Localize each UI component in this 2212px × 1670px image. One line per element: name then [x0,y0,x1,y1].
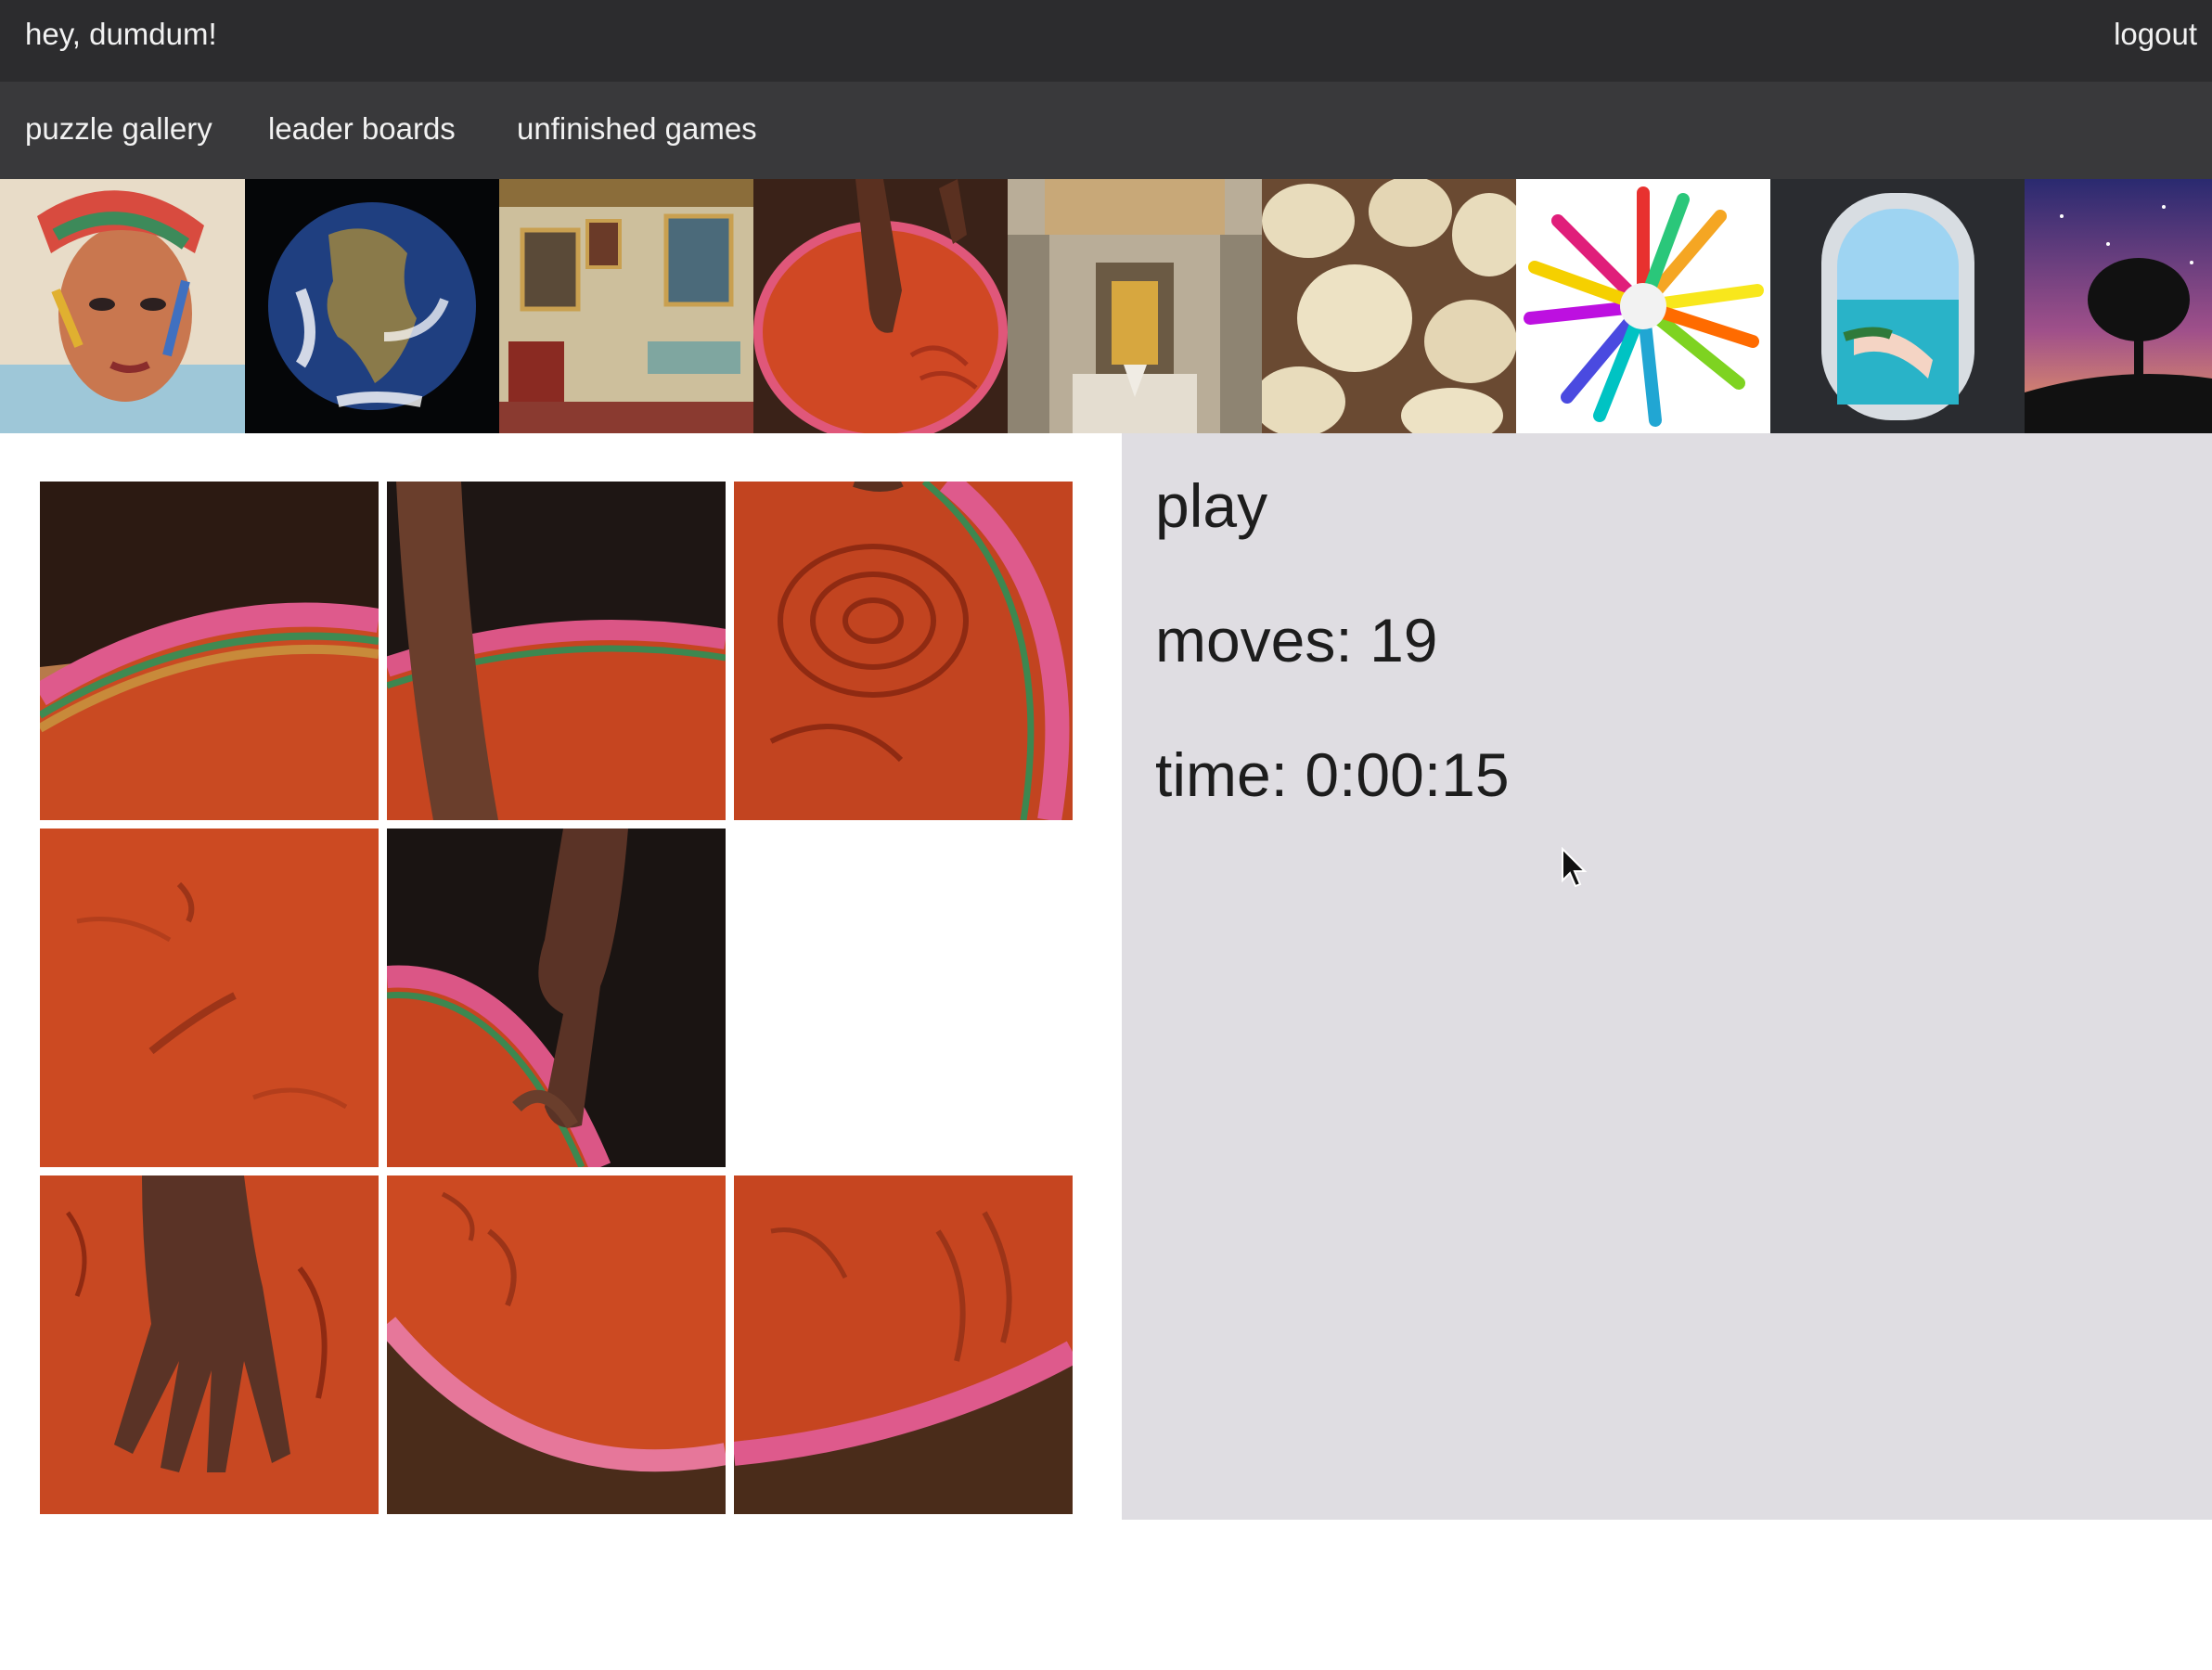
puzzle-gallery-strip [0,179,2212,433]
top-bar: hey, dumdum! logout [0,0,2212,82]
puzzle-tile[interactable] [387,482,726,820]
panel-title: play [1155,471,1268,540]
puzzle-tile[interactable] [734,1175,1073,1514]
thumbnail-dumplings[interactable] [1262,179,1516,433]
mouse-cursor-icon [1562,847,1588,888]
thumbnail-color-burst[interactable] [1516,179,1770,433]
puzzle-tile[interactable] [387,1175,726,1514]
moves-counter: moves: 19 [1155,606,1438,674]
logout-link[interactable]: logout [2114,17,2197,52]
play-panel: play moves: 19 time: 0:00:15 [1122,433,2212,1520]
thumbnail-palace-hall[interactable] [1008,179,1262,433]
empty-slot [734,829,1073,1167]
thumbnail-painted-portrait[interactable] [0,179,245,433]
nav-unfinished-games[interactable]: unfinished games [517,111,757,147]
puzzle-tile[interactable] [734,482,1073,820]
nav-leader-boards[interactable]: leader boards [268,111,456,147]
nav-bar: puzzle gallery leader boards unfinished … [0,82,2212,179]
thumbnail-tree-night-sky[interactable] [2025,179,2212,433]
greeting-text: hey, dumdum! [25,17,217,51]
puzzle-tile[interactable] [40,1175,379,1514]
puzzle-board [40,482,1074,1515]
puzzle-tile[interactable] [40,829,379,1167]
puzzle-tile[interactable] [40,482,379,820]
nav-puzzle-gallery[interactable]: puzzle gallery [25,111,212,147]
thumbnail-airplane-window[interactable] [1770,179,2025,433]
puzzle-tile[interactable] [387,829,726,1167]
thumbnail-red-sand-bowl[interactable] [753,179,1008,433]
thumbnail-ornate-room[interactable] [499,179,753,433]
thumbnail-earth-globe[interactable] [245,179,499,433]
time-counter: time: 0:00:15 [1155,740,1510,809]
